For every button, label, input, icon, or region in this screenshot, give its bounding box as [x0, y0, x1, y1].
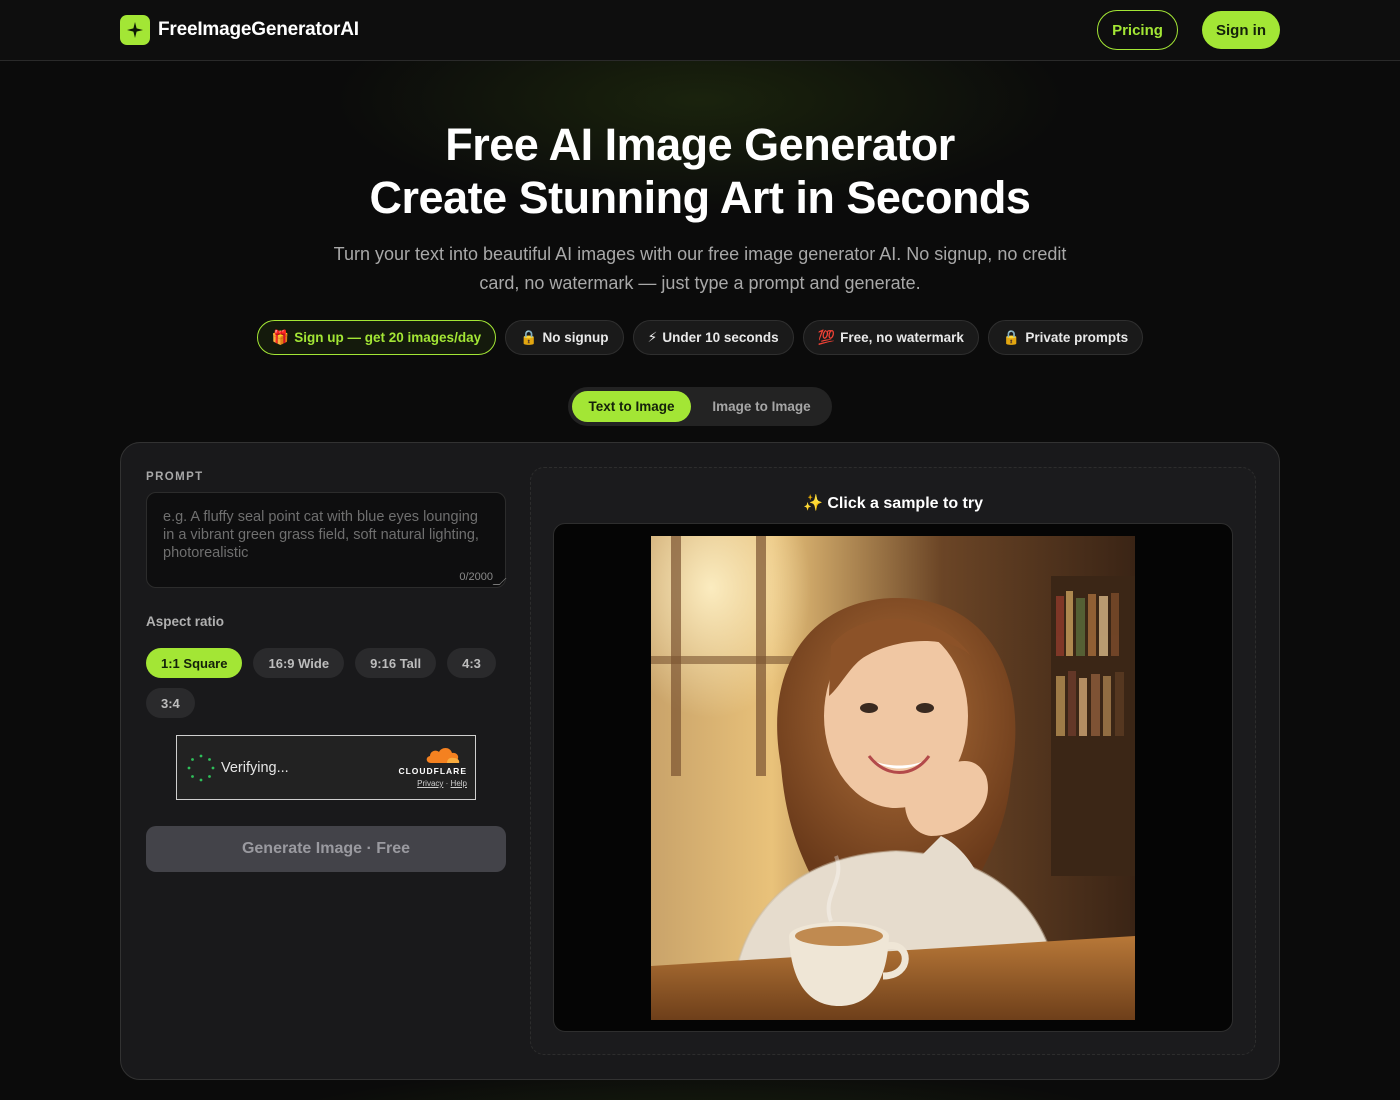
generate-image-button[interactable]: Generate Image · Free: [146, 826, 506, 872]
no-signup-badge: 🔒 No signup: [505, 320, 624, 355]
tab-text-to-image[interactable]: Text to Image: [572, 391, 691, 422]
no-watermark-badge: 💯 Free, no watermark: [802, 320, 979, 355]
badge-label: Free, no watermark: [840, 330, 964, 345]
captcha-links: Privacy · Help: [417, 779, 467, 788]
ratio-4-3[interactable]: 4:3: [447, 648, 496, 678]
feature-badges: 🎁 Sign up — get 20 images/day 🔒 No signu…: [0, 320, 1400, 355]
lock-icon: 🔒: [1002, 329, 1021, 345]
hundred-icon: 💯: [817, 329, 836, 345]
badge-label: Under 10 seconds: [662, 330, 779, 345]
sign-in-button[interactable]: Sign in: [1202, 11, 1280, 49]
sample-image[interactable]: [651, 536, 1135, 1020]
aspect-ratio-label: Aspect ratio: [146, 614, 225, 629]
ratio-3-4[interactable]: 3:4: [146, 688, 195, 718]
badge-label: Sign up — get 20 images/day: [294, 330, 482, 345]
ratio-1-1-square[interactable]: 1:1 Square: [146, 648, 243, 678]
prompt-label: PROMPT: [146, 471, 204, 483]
help-link[interactable]: Help: [451, 779, 467, 788]
badge-label: No signup: [542, 330, 609, 345]
brand-name: FreeImageGeneratorAI: [158, 19, 359, 40]
pricing-button[interactable]: Pricing: [1097, 10, 1178, 50]
generator-panel: PROMPT e.g. A fluffy seal point cat with…: [120, 442, 1280, 1080]
private-prompts-badge: 🔒 Private prompts: [987, 320, 1144, 355]
badge-label: Private prompts: [1025, 330, 1129, 345]
speed-badge: ⚡ Under 10 seconds: [632, 320, 794, 355]
tab-image-to-image[interactable]: Image to Image: [695, 391, 828, 422]
top-navigation: FreeImageGeneratorAI Pricing Sign in: [0, 0, 1400, 61]
ratio-9-16-tall[interactable]: 9:16 Tall: [355, 648, 437, 678]
cloudflare-wordmark: CLOUDFLARE: [398, 766, 467, 776]
gift-icon: 🎁: [271, 329, 290, 345]
loading-spinner-icon: [187, 754, 215, 782]
lightning-icon: ⚡: [647, 329, 658, 345]
aspect-ratio-options: 1:1 Square 16:9 Wide 9:16 Tall 4:3 3:4: [146, 648, 516, 718]
sample-preview-area: ✨ Click a sample to try: [530, 467, 1256, 1055]
prompt-placeholder: e.g. A fluffy seal point cat with blue e…: [163, 509, 479, 561]
resize-handle-icon[interactable]: [492, 578, 507, 585]
captcha-widget[interactable]: Verifying... CLOUDFLARE Privacy · Help: [176, 735, 476, 800]
cloudflare-logo: CLOUDFLARE Privacy · Help: [387, 746, 467, 794]
hero-title-line-2: Create Stunning Art in Seconds: [369, 172, 1031, 223]
captcha-status: Verifying...: [221, 760, 289, 776]
cloud-icon: [426, 748, 460, 763]
prompt-textarea[interactable]: e.g. A fluffy seal point cat with blue e…: [146, 492, 507, 588]
link-separator: ·: [445, 779, 449, 788]
mode-tabs: Text to Image Image to Image: [568, 387, 832, 426]
character-counter: 0/2000: [459, 571, 493, 583]
sample-prompt-heading: ✨ Click a sample to try: [803, 495, 983, 512]
hero-title-line-1: Free AI Image Generator: [445, 119, 955, 170]
lock-icon: 🔒: [520, 329, 538, 345]
hero-subtitle: Turn your text into beautiful AI images …: [333, 244, 1067, 293]
sparkle-icon: [120, 15, 150, 45]
signup-promo-badge[interactable]: 🎁 Sign up — get 20 images/day: [256, 320, 497, 355]
privacy-link[interactable]: Privacy: [417, 779, 443, 788]
hero-title: Free AI Image Generator Create Stunning …: [0, 118, 1400, 224]
sample-image-frame[interactable]: [553, 523, 1233, 1032]
brand-logo[interactable]: FreeImageGeneratorAI: [120, 15, 359, 45]
ratio-16-9-wide[interactable]: 16:9 Wide: [253, 648, 345, 678]
